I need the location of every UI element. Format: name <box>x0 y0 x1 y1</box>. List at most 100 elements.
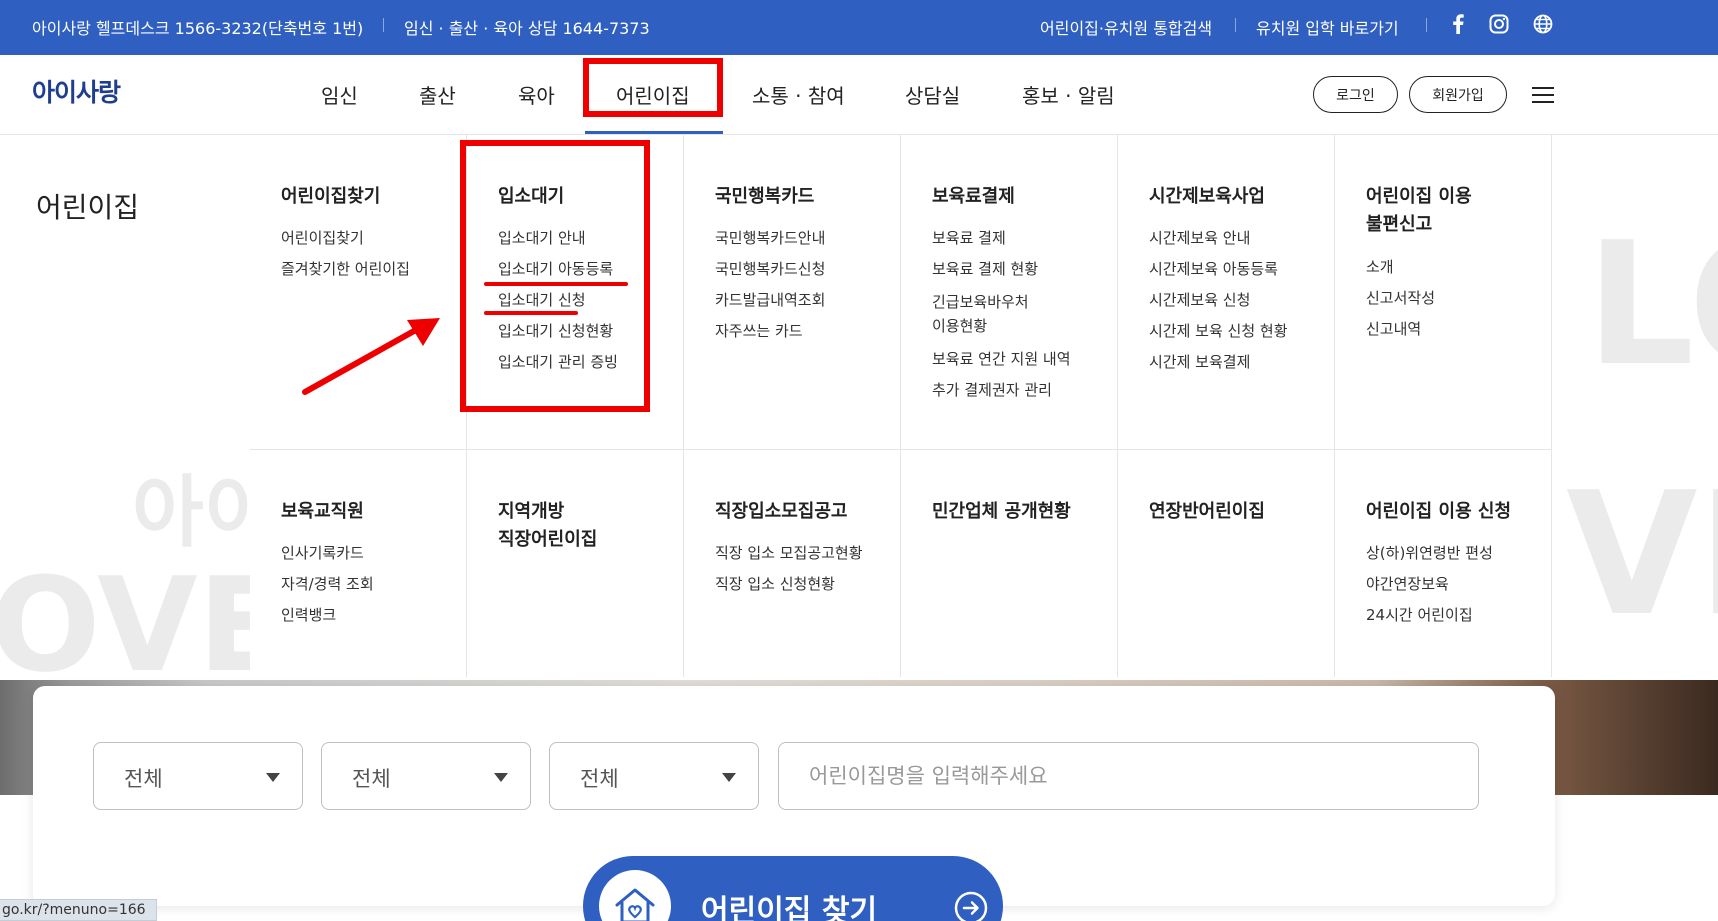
annotation-underline <box>484 311 578 315</box>
globe-icon[interactable] <box>1531 12 1555 36</box>
menu-link[interactable]: 인력뱅크 <box>281 605 374 625</box>
menu-link[interactable]: 어린이집찾기 <box>281 228 410 248</box>
menu-link[interactable]: 시간제보육 아동등록 <box>1149 259 1288 279</box>
menu-link-waitlist-child-registration[interactable]: 입소대기 아동등록 <box>498 259 618 279</box>
menu-group-complaint: 어린이집 이용 불편신고 소개 신고서작성 신고내역 <box>1335 135 1552 450</box>
signup-button[interactable]: 회원가입 <box>1409 76 1507 113</box>
menu-link[interactable]: 입소대기 신청현황 <box>498 321 618 341</box>
select-value: 전체 <box>352 767 391 791</box>
login-button[interactable]: 로그인 <box>1313 76 1398 113</box>
menu-group-title[interactable]: 시간제보육사업 <box>1149 183 1265 211</box>
menu-group-title[interactable]: 어린이집 이용 불편신고 <box>1366 183 1472 239</box>
active-nav-indicator <box>585 131 723 134</box>
annotation-arrow-icon <box>302 318 440 395</box>
mega-menu: 어린이집찾기 어린이집찾기 즐겨찾기한 어린이집 입소대기 입소대기 안내 입소… <box>250 135 1552 677</box>
select-value: 전체 <box>580 767 619 791</box>
bg-decor-text: LO <box>1586 206 1718 404</box>
home-heart-icon <box>599 870 671 921</box>
menu-group-workplace-recruit: 직장입소모집공고 직장 입소 모집공고현황 직장 입소 신청현황 <box>684 450 901 677</box>
menu-group-title[interactable]: 직장입소모집공고 <box>715 498 847 526</box>
menu-link[interactable]: 직장 입소 신청현황 <box>715 574 863 594</box>
region-select-2[interactable]: 전체 <box>321 742 531 810</box>
menu-link[interactable]: 보육료 결제 <box>932 228 1071 248</box>
region-select-1[interactable]: 전체 <box>93 742 303 810</box>
menu-group-fee-payment: 보육료결제 보육료 결제 보육료 결제 현황 긴급보육바우처 이용현황 보육료 … <box>901 135 1118 450</box>
chevron-down-icon <box>494 773 508 782</box>
menu-group-title[interactable]: 어린이집찾기 <box>281 183 380 211</box>
menu-group-open-workplace: 지역개방 직장어린이집 <box>467 450 684 677</box>
nav-parenting[interactable]: 육아 <box>518 80 555 109</box>
nav-pregnancy[interactable]: 임신 <box>321 80 358 109</box>
menu-link[interactable]: 시간제 보육 신청 현황 <box>1149 321 1288 341</box>
menu-link[interactable]: 시간제 보육결제 <box>1149 352 1288 372</box>
helpdesk-link[interactable]: 아이사랑 헬프데스크 1566-3232(단축번호 1번) <box>32 15 363 39</box>
menu-link[interactable]: 추가 결제권자 관리 <box>932 380 1071 400</box>
menu-link[interactable]: 야간연장보육 <box>1366 574 1493 594</box>
nav-communication[interactable]: 소통 · 참여 <box>752 80 845 109</box>
menu-link[interactable]: 국민행복카드안내 <box>715 228 825 248</box>
menu-link[interactable]: 보육료 결제 현황 <box>932 259 1071 279</box>
daycare-search-panel: 전체 전체 전체 어린이집 찾기 <box>33 686 1555 921</box>
menu-group-usage-apply: 어린이집 이용 신청 상(하)위연령반 편성 야간연장보육 24시간 어린이집 <box>1335 450 1552 677</box>
find-button-label: 어린이집 찾기 <box>701 894 878 921</box>
arrow-right-circle-icon <box>953 890 989 921</box>
menu-group-title[interactable]: 어린이집 이용 신청 <box>1366 498 1511 526</box>
select-value: 전체 <box>124 767 163 791</box>
divider <box>1235 18 1236 32</box>
daycare-name-input[interactable] <box>778 742 1479 810</box>
menu-link[interactable]: 국민행복카드신청 <box>715 259 825 279</box>
menu-link-waitlist-apply[interactable]: 입소대기 신청 <box>498 290 618 310</box>
page: 아이사랑 헬프데스크 1566-3232(단축번호 1번) 임신 · 출산 · … <box>0 0 1718 921</box>
menu-link[interactable]: 시간제보육 안내 <box>1149 228 1288 248</box>
divider <box>1426 18 1427 32</box>
integrated-search-link[interactable]: 어린이집·유치원 통합검색 <box>1040 15 1212 39</box>
menu-group-private-disclosure: 민간업체 공개현황 <box>901 450 1118 677</box>
annotation-underline <box>484 282 628 286</box>
menu-link[interactable]: 상(하)위연령반 편성 <box>1366 543 1493 563</box>
bg-decor-text: OVE <box>0 549 287 701</box>
bg-decor-text: VE <box>1566 456 1718 654</box>
find-daycare-button[interactable]: 어린이집 찾기 <box>583 856 1003 921</box>
menu-link[interactable]: 자주쓰는 카드 <box>715 321 825 341</box>
menu-link[interactable]: 24시간 어린이집 <box>1366 605 1493 625</box>
menu-link[interactable]: 직장 입소 모집공고현황 <box>715 543 863 563</box>
menu-group-title[interactable]: 보육교직원 <box>281 498 364 526</box>
menu-group-title[interactable]: 보육료결제 <box>932 183 1015 211</box>
menu-link[interactable]: 카드발급내역조회 <box>715 290 825 310</box>
nav-news[interactable]: 홍보 · 알림 <box>1022 80 1115 109</box>
site-logo[interactable]: 아이사랑 <box>32 73 121 109</box>
menu-link[interactable]: 인사기록카드 <box>281 543 374 563</box>
top-utility-bar: 아이사랑 헬프데스크 1566-3232(단축번호 1번) 임신 · 출산 · … <box>0 0 1718 55</box>
menu-group-happy-card: 국민행복카드 국민행복카드안내 국민행복카드신청 카드발급내역조회 자주쓰는 카… <box>684 135 901 450</box>
menu-group-title[interactable]: 연장반어린이집 <box>1149 498 1265 526</box>
facebook-icon[interactable] <box>1446 12 1470 36</box>
menu-link[interactable]: 보육료 연간 지원 내역 <box>932 349 1071 369</box>
instagram-icon[interactable] <box>1487 12 1511 36</box>
menu-group-title[interactable]: 국민행복카드 <box>715 183 814 211</box>
menu-link[interactable]: 신고서작성 <box>1366 288 1435 308</box>
menu-link[interactable]: 신고내역 <box>1366 319 1435 339</box>
nav-counseling[interactable]: 상담실 <box>905 80 960 109</box>
nav-birth[interactable]: 출산 <box>419 80 456 109</box>
menu-group-extended-class: 연장반어린이집 <box>1118 450 1335 677</box>
menu-link[interactable]: 입소대기 관리 증빙 <box>498 352 618 372</box>
menu-group-hourly-care: 시간제보육사업 시간제보육 안내 시간제보육 아동등록 시간제보육 신청 시간제… <box>1118 135 1335 450</box>
menu-group-title[interactable]: 지역개방 직장어린이집 <box>498 498 597 554</box>
kindergarten-entry-link[interactable]: 유치원 입학 바로가기 <box>1256 15 1399 39</box>
menu-group-waitlist: 입소대기 입소대기 안내 입소대기 아동등록 입소대기 신청 입소대기 신청현황… <box>467 135 684 450</box>
menu-link[interactable]: 자격/경력 조회 <box>281 574 374 594</box>
hamburger-icon[interactable] <box>1532 87 1554 103</box>
menu-link[interactable]: 긴급보육바우처 이용현황 <box>932 290 1071 338</box>
menu-link[interactable]: 즐겨찾기한 어린이집 <box>281 259 410 279</box>
menu-link[interactable]: 시간제보육 신청 <box>1149 290 1288 310</box>
menu-link[interactable]: 소개 <box>1366 257 1435 277</box>
menu-group-title[interactable]: 입소대기 <box>498 183 564 211</box>
chevron-down-icon <box>266 773 280 782</box>
nav-daycare[interactable]: 어린이집 <box>616 80 690 109</box>
status-bar-url: go.kr/?menuno=166 <box>0 899 157 921</box>
counsel-link[interactable]: 임신 · 출산 · 육아 상담 1644-7373 <box>404 15 650 39</box>
type-select[interactable]: 전체 <box>549 742 759 810</box>
main-header: 아이사랑 임신 출산 육아 어린이집 소통 · 참여 상담실 홍보 · 알림 로… <box>0 55 1718 135</box>
menu-group-title[interactable]: 민간업체 공개현황 <box>932 498 1071 526</box>
menu-link[interactable]: 입소대기 안내 <box>498 228 618 248</box>
